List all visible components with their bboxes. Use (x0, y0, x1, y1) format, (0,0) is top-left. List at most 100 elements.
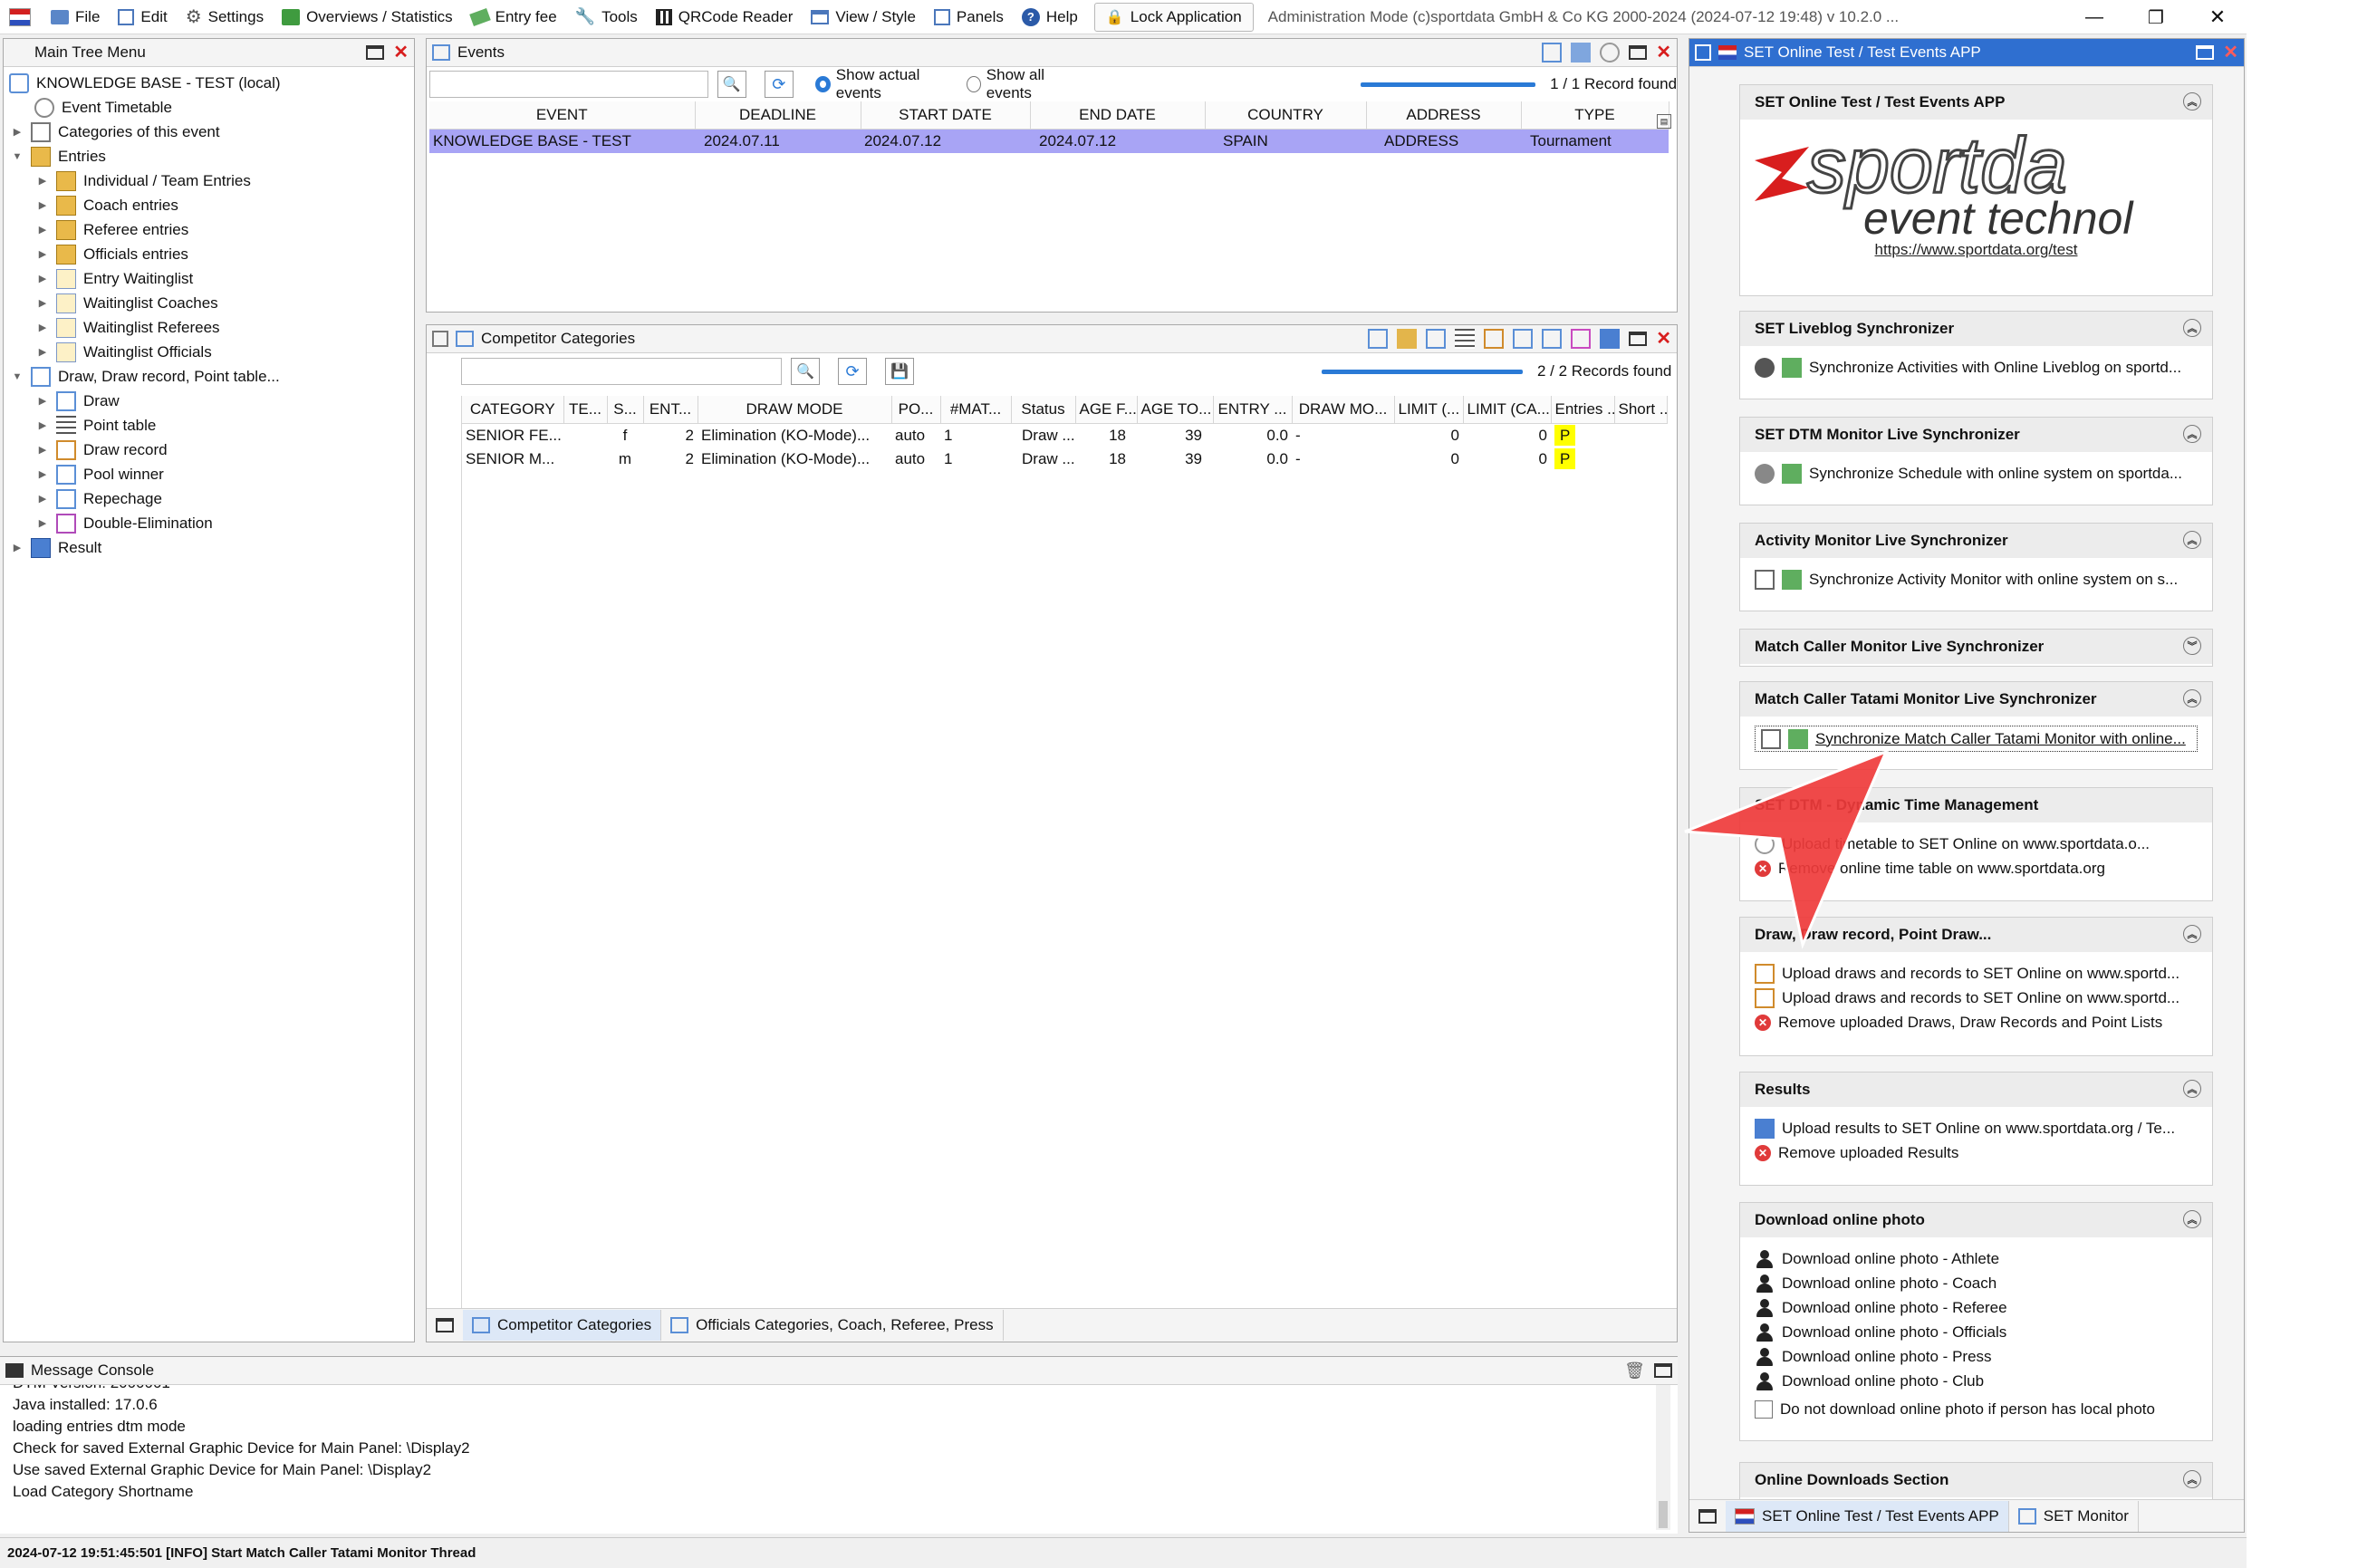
color-icon[interactable] (1571, 329, 1592, 349)
tree-item-pool-winner[interactable]: ▶ Pool winner (4, 462, 414, 486)
tree-item-referee-entries[interactable]: ▶ Referee entries (4, 217, 414, 242)
collapse-chevron-icon[interactable]: ︽ (2183, 1470, 2201, 1488)
expand-icon[interactable]: ▶ (34, 468, 51, 480)
expand-icon[interactable]: ▶ (34, 175, 51, 187)
expand-icon[interactable]: ▶ (34, 248, 51, 260)
download-photo-athlete[interactable]: Download online photo - Athlete (1740, 1246, 2212, 1271)
sidebar-pin-icon[interactable] (1695, 44, 1711, 61)
menu-settings[interactable]: ⚙ Settings (177, 0, 273, 34)
expand-icon[interactable]: ▶ (34, 224, 51, 236)
expand-icon[interactable]: ▶ (34, 493, 51, 505)
minimize-button[interactable]: — (2065, 0, 2123, 34)
col-entries[interactable]: Entries ... (1551, 396, 1615, 424)
collapse-chevron-icon[interactable]: ︽ (2183, 689, 2201, 707)
tab-set-monitor[interactable]: SET Monitor (2009, 1500, 2139, 1532)
show-actual-events-radio[interactable] (814, 76, 831, 92)
col-country[interactable]: COUNTRY (1205, 101, 1367, 130)
collapse-icon[interactable]: ▼ (9, 371, 25, 382)
expand-icon[interactable]: ▶ (34, 346, 51, 358)
card-icon[interactable] (1426, 329, 1447, 349)
trash-icon[interactable]: 🗑 (1624, 1361, 1645, 1380)
collapse-icon[interactable]: ▼ (9, 151, 25, 162)
sync-icon[interactable]: ⟳ (838, 358, 867, 385)
expand-icon[interactable]: ▶ (34, 395, 51, 407)
upload-results-item[interactable]: Upload results to SET Online on www.spor… (1740, 1116, 2212, 1140)
col-mat[interactable]: #MAT... (940, 396, 1012, 424)
console-scrollbar[interactable] (1656, 1385, 1670, 1530)
col-short[interactable]: Short ... (1614, 396, 1668, 424)
tree-item-categories[interactable]: ▶ Categories of this event (4, 120, 414, 144)
print-icon[interactable] (1484, 329, 1505, 349)
maximize-icon[interactable] (2196, 45, 2215, 60)
collapse-chevron-icon[interactable]: ︽ (2183, 319, 2201, 337)
restore-button[interactable]: ❐ (2127, 0, 2185, 34)
search-icon[interactable]: 🔍 (717, 71, 746, 98)
col-entry-fee[interactable]: ENTRY ... (1213, 396, 1293, 424)
folder-open-icon[interactable] (1571, 43, 1592, 63)
tree-item-individual-team-entries[interactable]: ▶ Individual / Team Entries (4, 168, 414, 193)
remove-results-item[interactable]: ✕ Remove uploaded Results (1740, 1140, 2212, 1165)
tree-item-draw-record[interactable]: ▶ Draw record (4, 438, 414, 462)
menu-file[interactable]: File (42, 0, 109, 34)
save-icon[interactable]: 💾 (885, 358, 914, 385)
menu-qrcode-reader[interactable]: QRCode Reader (647, 0, 803, 34)
menu-panels[interactable]: Panels (925, 0, 1013, 34)
menu-help[interactable]: ? Help (1013, 0, 1087, 34)
split-icon[interactable] (1513, 329, 1534, 349)
tree-item-point-table[interactable]: ▶ Point table (4, 413, 414, 438)
menu-overviews[interactable]: Overviews / Statistics (273, 0, 462, 34)
list-icon[interactable] (1455, 329, 1476, 349)
close-icon[interactable]: ✕ (1656, 330, 1671, 348)
tree-item-repechage[interactable]: ▶ Repechage (4, 486, 414, 511)
col-category[interactable]: CATEGORY (462, 396, 564, 424)
col-entries-count[interactable]: ENT... (643, 396, 698, 424)
col-type[interactable]: TYPE (1521, 101, 1669, 130)
col-end-date[interactable]: END DATE (1030, 101, 1206, 130)
expand-icon[interactable]: ▶ (34, 419, 51, 431)
download-photo-press[interactable]: Download online photo - Press (1740, 1344, 2212, 1369)
table-row[interactable]: SENIOR FE... f 2 Elimination (KO-Mode)..… (462, 424, 1667, 448)
tree-item-entry-waitinglist[interactable]: ▶ Entry Waitinglist (4, 266, 414, 291)
maximize-icon[interactable] (1629, 332, 1648, 346)
menu-tools[interactable]: 🔧 Tools (566, 0, 647, 34)
tree-item-waitinglist-coaches[interactable]: ▶ Waitinglist Coaches (4, 291, 414, 315)
tree-item-result[interactable]: ▶ Result (4, 535, 414, 560)
dtm-sync-item[interactable]: Synchronize Schedule with online system … (1740, 461, 2212, 486)
expand-icon[interactable]: ▶ (34, 273, 51, 284)
col-event[interactable]: EVENT (429, 101, 696, 130)
tab-competitor-categories[interactable]: Competitor Categories (463, 1310, 662, 1341)
column-chooser-icon[interactable]: ▤ (1657, 114, 1671, 129)
tab-set-online-test[interactable]: SET Online Test / Test Events APP (1726, 1500, 2009, 1532)
sync-icon[interactable]: ⟳ (764, 71, 794, 98)
col-team[interactable]: TE... (563, 396, 608, 424)
tree-item-double-elimination[interactable]: ▶ Double-Elimination (4, 511, 414, 535)
menu-view-style[interactable]: View / Style (802, 0, 925, 34)
col-age-to[interactable]: AGE TO... (1137, 396, 1214, 424)
collapse-chevron-icon[interactable]: ︽ (2183, 92, 2201, 111)
expand-icon[interactable]: ▶ (34, 199, 51, 211)
tool-icon[interactable] (1368, 329, 1389, 349)
col-sex[interactable]: S... (607, 396, 644, 424)
remove-draws-item[interactable]: ✕ Remove uploaded Draws, Draw Records and… (1740, 1010, 2212, 1034)
local-photo-checkbox[interactable] (1755, 1400, 1773, 1419)
sportdata-link[interactable]: https://www.sportdata.org/test (1740, 241, 2212, 259)
collapse-chevron-icon[interactable]: ︽ (2183, 1210, 2201, 1228)
tree-item-event-timetable[interactable]: Event Timetable (4, 95, 414, 120)
clipboard-icon[interactable] (1397, 329, 1418, 349)
tree-item-waitinglist-referees[interactable]: ▶ Waitinglist Referees (4, 315, 414, 340)
maximize-icon[interactable] (436, 1318, 454, 1332)
download-photo-club[interactable]: Download online photo - Club (1740, 1369, 2212, 1393)
local-photo-checkbox-row[interactable]: Do not download online photo if person h… (1740, 1397, 2212, 1421)
col-deadline[interactable]: DEADLINE (695, 101, 861, 130)
expand-icon[interactable]: ▶ (34, 322, 51, 333)
close-icon[interactable]: ✕ (1656, 43, 1671, 62)
tree-item-knowledge-base[interactable]: KNOWLEDGE BASE - TEST (local) (4, 71, 414, 95)
table-row[interactable]: SENIOR M... m 2 Elimination (KO-Mode)...… (462, 447, 1667, 471)
upload-draws-item[interactable]: Upload draws and records to SET Online o… (1740, 986, 2212, 1010)
activity-sync-item[interactable]: Synchronize Activity Monitor with online… (1740, 567, 2212, 592)
tree-item-draw[interactable]: ▶ Draw (4, 389, 414, 413)
col-draw-mode[interactable]: DRAW MODE (698, 396, 892, 424)
upload-draws-item[interactable]: Upload draws and records to SET Online o… (1740, 961, 2212, 986)
lock-application-button[interactable]: 🔒 Lock Application (1093, 2, 1254, 32)
collapse-chevron-icon[interactable]: ︽ (2183, 531, 2201, 549)
